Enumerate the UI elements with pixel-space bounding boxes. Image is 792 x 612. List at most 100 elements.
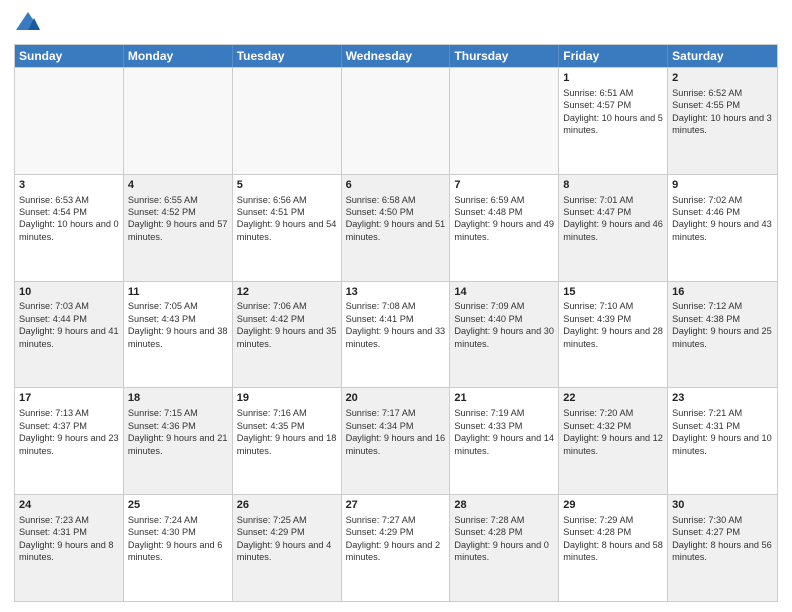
cal-week: 1Sunrise: 6:51 AM Sunset: 4:57 PM Daylig…	[15, 67, 777, 174]
cell-text: Sunrise: 7:13 AM Sunset: 4:37 PM Dayligh…	[19, 407, 119, 457]
cell-text: Sunrise: 6:55 AM Sunset: 4:52 PM Dayligh…	[128, 194, 228, 244]
cal-cell: 23Sunrise: 7:21 AM Sunset: 4:31 PM Dayli…	[668, 388, 777, 494]
cal-cell: 16Sunrise: 7:12 AM Sunset: 4:38 PM Dayli…	[668, 282, 777, 388]
cal-header-cell: Saturday	[668, 45, 777, 67]
cell-text: Sunrise: 6:58 AM Sunset: 4:50 PM Dayligh…	[346, 194, 446, 244]
cell-text: Sunrise: 6:53 AM Sunset: 4:54 PM Dayligh…	[19, 194, 119, 244]
cell-text: Sunrise: 7:30 AM Sunset: 4:27 PM Dayligh…	[672, 514, 773, 564]
cal-week: 10Sunrise: 7:03 AM Sunset: 4:44 PM Dayli…	[15, 281, 777, 388]
day-number: 26	[237, 498, 337, 513]
cell-text: Sunrise: 7:03 AM Sunset: 4:44 PM Dayligh…	[19, 300, 119, 350]
day-number: 13	[346, 285, 446, 300]
cal-cell: 26Sunrise: 7:25 AM Sunset: 4:29 PM Dayli…	[233, 495, 342, 601]
day-number: 15	[563, 285, 663, 300]
cell-text: Sunrise: 7:01 AM Sunset: 4:47 PM Dayligh…	[563, 194, 663, 244]
cal-cell: 10Sunrise: 7:03 AM Sunset: 4:44 PM Dayli…	[15, 282, 124, 388]
cal-cell: 28Sunrise: 7:28 AM Sunset: 4:28 PM Dayli…	[450, 495, 559, 601]
cal-cell: 24Sunrise: 7:23 AM Sunset: 4:31 PM Dayli…	[15, 495, 124, 601]
cal-cell: 20Sunrise: 7:17 AM Sunset: 4:34 PM Dayli…	[342, 388, 451, 494]
day-number: 22	[563, 391, 663, 406]
cal-cell: 1Sunrise: 6:51 AM Sunset: 4:57 PM Daylig…	[559, 68, 668, 174]
cal-cell: 8Sunrise: 7:01 AM Sunset: 4:47 PM Daylig…	[559, 175, 668, 281]
calendar: SundayMondayTuesdayWednesdayThursdayFrid…	[14, 44, 778, 602]
cal-cell	[450, 68, 559, 174]
cell-text: Sunrise: 7:19 AM Sunset: 4:33 PM Dayligh…	[454, 407, 554, 457]
day-number: 17	[19, 391, 119, 406]
day-number: 24	[19, 498, 119, 513]
cal-cell: 12Sunrise: 7:06 AM Sunset: 4:42 PM Dayli…	[233, 282, 342, 388]
header	[14, 10, 778, 38]
cal-cell: 6Sunrise: 6:58 AM Sunset: 4:50 PM Daylig…	[342, 175, 451, 281]
day-number: 5	[237, 178, 337, 193]
day-number: 12	[237, 285, 337, 300]
page: SundayMondayTuesdayWednesdayThursdayFrid…	[0, 0, 792, 612]
logo-icon	[14, 10, 42, 38]
cell-text: Sunrise: 6:56 AM Sunset: 4:51 PM Dayligh…	[237, 194, 337, 244]
cell-text: Sunrise: 7:09 AM Sunset: 4:40 PM Dayligh…	[454, 300, 554, 350]
cal-cell	[233, 68, 342, 174]
day-number: 18	[128, 391, 228, 406]
cell-text: Sunrise: 7:08 AM Sunset: 4:41 PM Dayligh…	[346, 300, 446, 350]
cal-cell: 21Sunrise: 7:19 AM Sunset: 4:33 PM Dayli…	[450, 388, 559, 494]
cell-text: Sunrise: 7:16 AM Sunset: 4:35 PM Dayligh…	[237, 407, 337, 457]
day-number: 2	[672, 71, 773, 86]
cal-header-cell: Wednesday	[342, 45, 451, 67]
day-number: 6	[346, 178, 446, 193]
cell-text: Sunrise: 7:25 AM Sunset: 4:29 PM Dayligh…	[237, 514, 337, 564]
day-number: 8	[563, 178, 663, 193]
day-number: 4	[128, 178, 228, 193]
day-number: 29	[563, 498, 663, 513]
cal-header-cell: Friday	[559, 45, 668, 67]
day-number: 1	[563, 71, 663, 86]
cell-text: Sunrise: 7:12 AM Sunset: 4:38 PM Dayligh…	[672, 300, 773, 350]
cal-cell: 30Sunrise: 7:30 AM Sunset: 4:27 PM Dayli…	[668, 495, 777, 601]
calendar-body: 1Sunrise: 6:51 AM Sunset: 4:57 PM Daylig…	[15, 67, 777, 601]
cell-text: Sunrise: 7:02 AM Sunset: 4:46 PM Dayligh…	[672, 194, 773, 244]
cell-text: Sunrise: 7:24 AM Sunset: 4:30 PM Dayligh…	[128, 514, 228, 564]
day-number: 11	[128, 285, 228, 300]
day-number: 30	[672, 498, 773, 513]
day-number: 9	[672, 178, 773, 193]
cell-text: Sunrise: 7:27 AM Sunset: 4:29 PM Dayligh…	[346, 514, 446, 564]
cal-cell: 22Sunrise: 7:20 AM Sunset: 4:32 PM Dayli…	[559, 388, 668, 494]
cal-cell: 25Sunrise: 7:24 AM Sunset: 4:30 PM Dayli…	[124, 495, 233, 601]
cell-text: Sunrise: 7:21 AM Sunset: 4:31 PM Dayligh…	[672, 407, 773, 457]
cal-cell: 14Sunrise: 7:09 AM Sunset: 4:40 PM Dayli…	[450, 282, 559, 388]
cal-week: 24Sunrise: 7:23 AM Sunset: 4:31 PM Dayli…	[15, 494, 777, 601]
cell-text: Sunrise: 6:59 AM Sunset: 4:48 PM Dayligh…	[454, 194, 554, 244]
cal-cell	[124, 68, 233, 174]
cal-cell: 13Sunrise: 7:08 AM Sunset: 4:41 PM Dayli…	[342, 282, 451, 388]
cal-cell: 15Sunrise: 7:10 AM Sunset: 4:39 PM Dayli…	[559, 282, 668, 388]
day-number: 28	[454, 498, 554, 513]
cell-text: Sunrise: 7:06 AM Sunset: 4:42 PM Dayligh…	[237, 300, 337, 350]
day-number: 16	[672, 285, 773, 300]
cal-cell	[342, 68, 451, 174]
calendar-header: SundayMondayTuesdayWednesdayThursdayFrid…	[15, 45, 777, 67]
cal-cell: 27Sunrise: 7:27 AM Sunset: 4:29 PM Dayli…	[342, 495, 451, 601]
cal-cell: 4Sunrise: 6:55 AM Sunset: 4:52 PM Daylig…	[124, 175, 233, 281]
cal-header-cell: Monday	[124, 45, 233, 67]
cal-cell: 29Sunrise: 7:29 AM Sunset: 4:28 PM Dayli…	[559, 495, 668, 601]
cal-header-cell: Sunday	[15, 45, 124, 67]
cell-text: Sunrise: 6:52 AM Sunset: 4:55 PM Dayligh…	[672, 87, 773, 137]
day-number: 7	[454, 178, 554, 193]
day-number: 21	[454, 391, 554, 406]
cell-text: Sunrise: 7:05 AM Sunset: 4:43 PM Dayligh…	[128, 300, 228, 350]
cal-header-cell: Tuesday	[233, 45, 342, 67]
cell-text: Sunrise: 7:23 AM Sunset: 4:31 PM Dayligh…	[19, 514, 119, 564]
day-number: 23	[672, 391, 773, 406]
cell-text: Sunrise: 7:15 AM Sunset: 4:36 PM Dayligh…	[128, 407, 228, 457]
logo	[14, 10, 46, 38]
day-number: 19	[237, 391, 337, 406]
cell-text: Sunrise: 7:29 AM Sunset: 4:28 PM Dayligh…	[563, 514, 663, 564]
day-number: 27	[346, 498, 446, 513]
cal-cell: 19Sunrise: 7:16 AM Sunset: 4:35 PM Dayli…	[233, 388, 342, 494]
cal-week: 17Sunrise: 7:13 AM Sunset: 4:37 PM Dayli…	[15, 387, 777, 494]
cal-cell: 18Sunrise: 7:15 AM Sunset: 4:36 PM Dayli…	[124, 388, 233, 494]
cal-cell: 17Sunrise: 7:13 AM Sunset: 4:37 PM Dayli…	[15, 388, 124, 494]
cell-text: Sunrise: 7:10 AM Sunset: 4:39 PM Dayligh…	[563, 300, 663, 350]
cal-header-cell: Thursday	[450, 45, 559, 67]
cal-cell: 11Sunrise: 7:05 AM Sunset: 4:43 PM Dayli…	[124, 282, 233, 388]
cal-cell: 2Sunrise: 6:52 AM Sunset: 4:55 PM Daylig…	[668, 68, 777, 174]
day-number: 25	[128, 498, 228, 513]
